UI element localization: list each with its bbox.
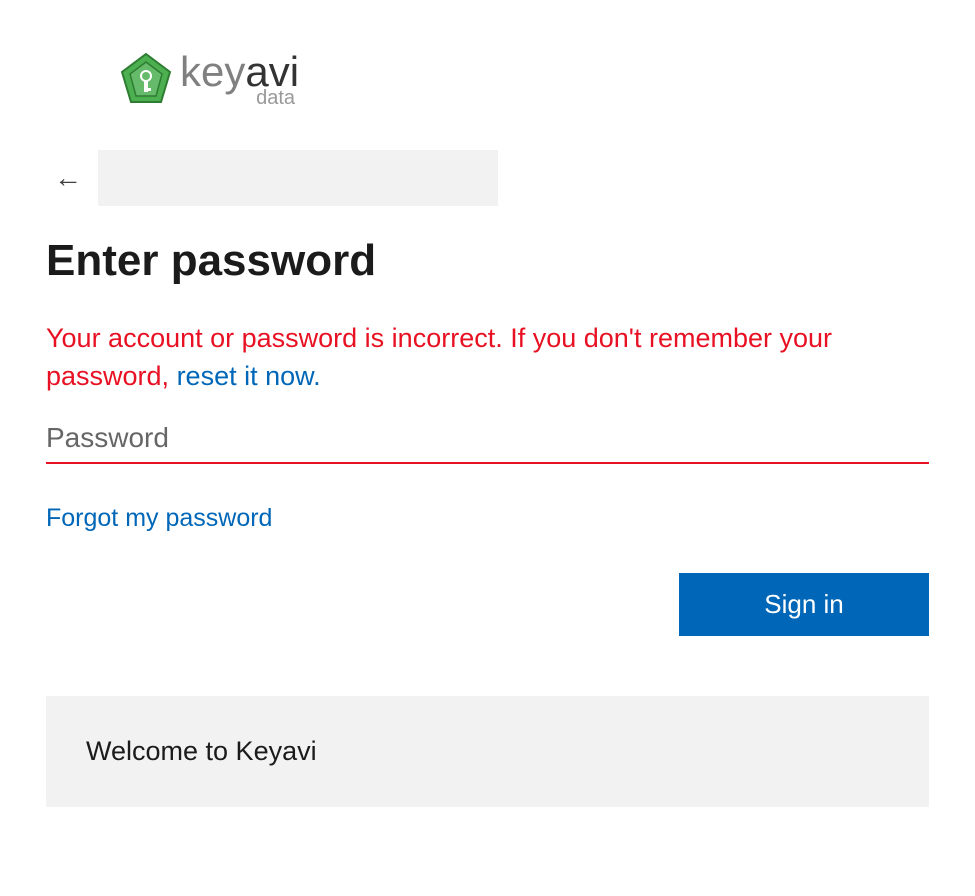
welcome-text: Welcome to Keyavi bbox=[86, 736, 889, 767]
error-text: Your account or password is incorrect. I… bbox=[46, 323, 832, 391]
brand-subtitle: data bbox=[180, 87, 295, 110]
reset-password-link[interactable]: reset it now. bbox=[177, 361, 321, 391]
welcome-panel: Welcome to Keyavi bbox=[46, 696, 929, 807]
keyavi-logo-icon bbox=[116, 50, 176, 110]
brand-logo: keyavi data bbox=[116, 50, 929, 110]
forgot-password-link[interactable]: Forgot my password bbox=[46, 504, 272, 533]
password-input[interactable] bbox=[46, 414, 929, 464]
identity-display[interactable] bbox=[98, 150, 498, 206]
signin-button[interactable]: Sign in bbox=[679, 573, 929, 636]
back-arrow-icon[interactable]: ← bbox=[46, 158, 90, 198]
error-message: Your account or password is incorrect. I… bbox=[46, 320, 929, 396]
page-title: Enter password bbox=[46, 236, 929, 286]
brand-logo-text: keyavi data bbox=[180, 51, 299, 110]
